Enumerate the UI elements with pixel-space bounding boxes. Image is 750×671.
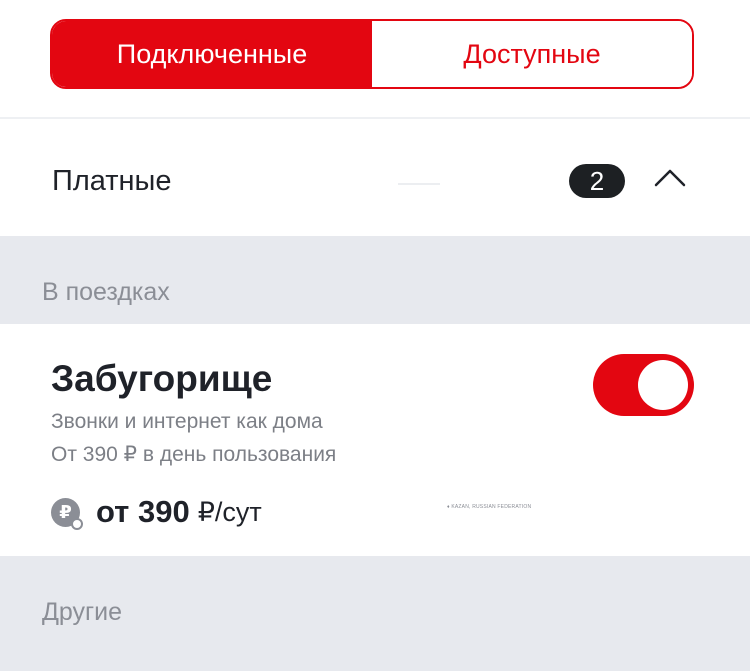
section-label: Другие <box>42 598 123 626</box>
divider-mark <box>398 183 440 185</box>
service-title: Забугорище <box>51 358 273 399</box>
paid-group-header[interactable]: Платные 2 <box>0 121 750 236</box>
toggle-knob <box>638 360 688 410</box>
tabs-segmented-control: Подключенные Доступные <box>50 19 694 89</box>
service-card[interactable]: Забугорище Звонки и интернет как дома От… <box>0 324 750 556</box>
tab-connected[interactable]: Подключенные <box>52 21 372 87</box>
section-header-trips: В поездках <box>0 236 750 324</box>
section-header-other: Другие <box>0 556 750 671</box>
location-watermark: ♦ KAZAN, RUSSIAN FEDERATION <box>447 504 532 510</box>
ruble-coin-icon: ₽ <box>51 497 83 530</box>
tab-available[interactable]: Доступные <box>372 21 692 87</box>
price-unit: ₽/сут <box>197 496 262 527</box>
section-label: В поездках <box>42 278 170 306</box>
count-badge: 2 <box>569 164 625 198</box>
paid-group-title: Платные <box>52 165 172 197</box>
service-toggle[interactable] <box>593 354 694 416</box>
price-value: от 390 <box>96 494 190 529</box>
service-description: Звонки и интернет как дома <box>51 410 323 433</box>
price-row: ₽ от 390 ₽/сут <box>51 494 262 530</box>
divider <box>0 117 750 119</box>
service-price-note: От 390 ₽ в день пользования <box>51 443 337 466</box>
chevron-up-icon[interactable] <box>652 163 688 191</box>
